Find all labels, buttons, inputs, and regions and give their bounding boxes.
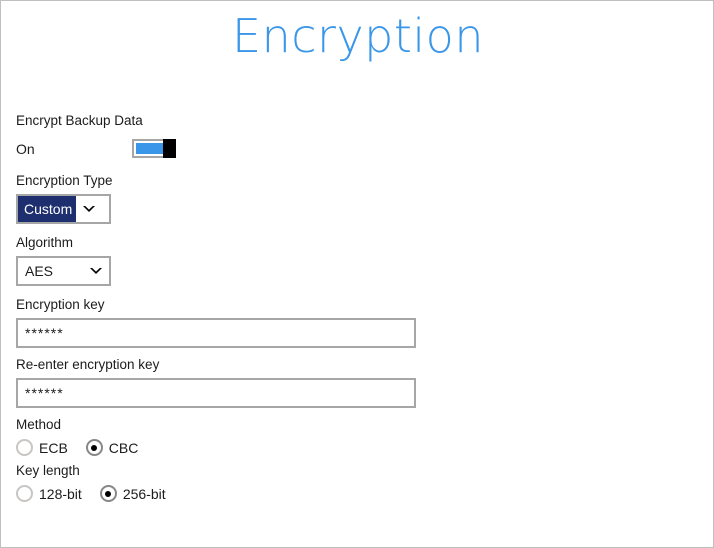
encrypt-backup-data-toggle[interactable] [132, 139, 176, 158]
radio-button-selected[interactable] [100, 485, 117, 502]
encrypt-backup-data-state: On [16, 141, 132, 157]
key-length-option-256[interactable]: 256-bit [100, 485, 166, 502]
encrypt-backup-data-label: Encrypt Backup Data [16, 112, 636, 130]
radio-button-selected[interactable] [86, 439, 103, 456]
key-length-option-label: 256-bit [123, 486, 166, 502]
method-option-ecb[interactable]: ECB [16, 439, 68, 456]
encryption-settings-page: Encryption Encrypt Backup Data On Encryp… [0, 0, 714, 548]
encryption-type-label: Encryption Type [16, 172, 636, 190]
key-length-label: Key length [16, 462, 636, 480]
chevron-down-icon[interactable] [76, 203, 102, 215]
reenter-encryption-key-input[interactable]: ****** [16, 378, 416, 408]
algorithm-value: AES [18, 263, 83, 279]
encrypt-backup-data-row: On [16, 135, 636, 162]
encryption-type-value: Custom [18, 196, 76, 222]
encryption-key-input[interactable]: ****** [16, 318, 416, 348]
toggle-fill [136, 143, 163, 154]
method-radio-group: ECB CBC [16, 439, 636, 456]
algorithm-label: Algorithm [16, 234, 636, 252]
key-length-option-label: 128-bit [39, 486, 82, 502]
radio-button[interactable] [16, 485, 33, 502]
key-length-radio-group: 128-bit 256-bit [16, 485, 636, 502]
method-label: Method [16, 416, 636, 434]
algorithm-select[interactable]: AES [16, 256, 111, 286]
method-option-cbc[interactable]: CBC [86, 439, 139, 456]
encryption-key-label: Encryption key [16, 296, 636, 314]
method-option-label: CBC [109, 440, 139, 456]
radio-button[interactable] [16, 439, 33, 456]
reenter-encryption-key-label: Re-enter encryption key [16, 356, 636, 374]
encryption-form: Encrypt Backup Data On Encryption Type C… [16, 112, 636, 502]
page-title: Encryption [1, 9, 714, 63]
method-option-label: ECB [39, 440, 68, 456]
encryption-type-select[interactable]: Custom [16, 194, 111, 224]
key-length-option-128[interactable]: 128-bit [16, 485, 82, 502]
chevron-down-icon[interactable] [83, 265, 109, 277]
toggle-thumb[interactable] [163, 139, 176, 158]
